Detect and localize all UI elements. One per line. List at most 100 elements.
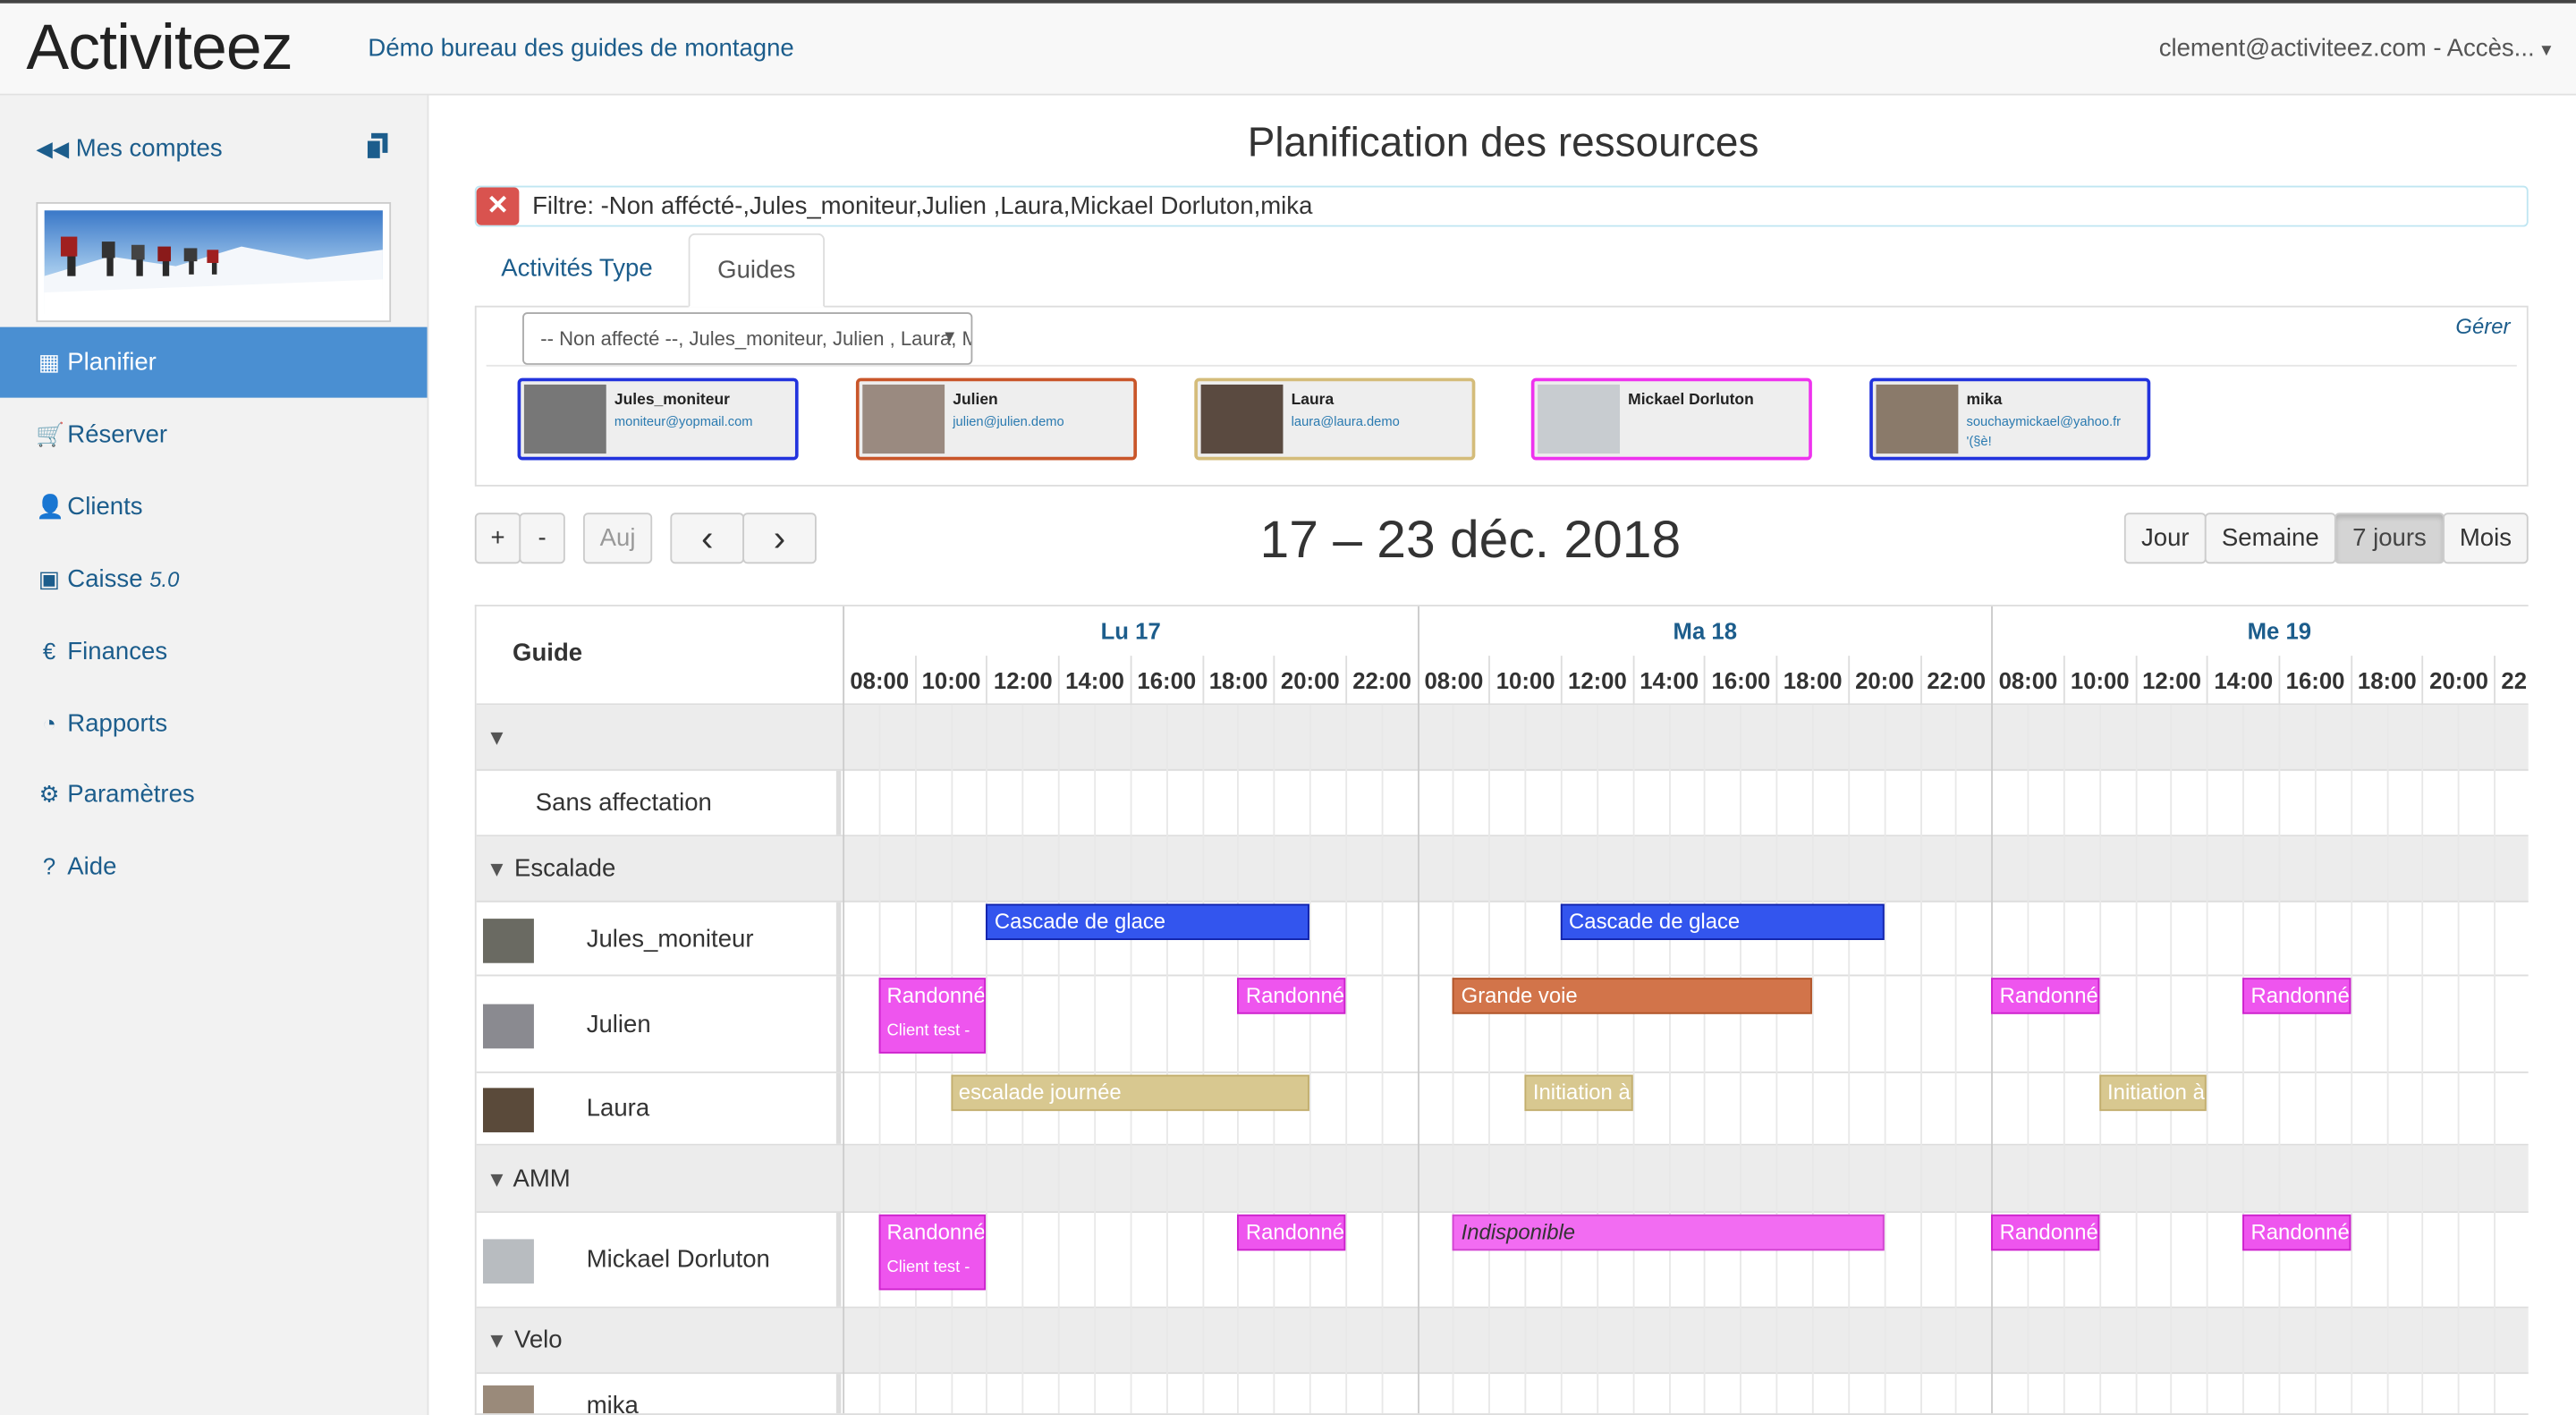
sidebar-item-clients[interactable]: 👤 Clients — [0, 471, 428, 542]
view-week-button[interactable]: Semaine — [2204, 513, 2336, 564]
sidebar-item-rapports[interactable]: ◔ Rapports — [0, 689, 428, 759]
tab-guides[interactable]: Guides — [688, 233, 826, 308]
event-title: Initiation à — [2107, 1080, 2205, 1105]
guide-email: laura@laura.demo — [1291, 414, 1400, 429]
guide-name: Mickael Dorluton — [1628, 391, 1754, 410]
collapse-triangle-icon: ▼ — [486, 724, 508, 750]
guide-email: souchaymickael@yahoo.fr '(§è! — [1966, 414, 2122, 449]
tab-activity-types[interactable]: Activités Type — [501, 255, 652, 283]
view-month-button[interactable]: Mois — [2443, 513, 2529, 564]
sidebar-item-label: Rapports — [67, 709, 168, 738]
event-block[interactable]: Grande voie — [1453, 978, 1812, 1014]
resource-row: Sans affectation — [476, 770, 2529, 837]
hour-label: 16:00 — [1130, 656, 1201, 706]
group-toggle[interactable]: ▼ AMM — [487, 1165, 571, 1193]
hour-label: 14:00 — [1632, 656, 1704, 706]
hour-label: 14:00 — [1058, 656, 1130, 706]
today-button[interactable]: Auj — [583, 513, 653, 564]
hour-label: 10:00 — [914, 656, 986, 706]
event-block[interactable]: Randonné — [2242, 978, 2351, 1014]
sidebar-item-label: Aide — [67, 852, 117, 881]
my-accounts-label: Mes comptes — [75, 134, 223, 163]
manage-link[interactable]: Gérer — [2455, 314, 2510, 339]
grid-line — [2278, 705, 2281, 1414]
hour-label: 18:00 — [2350, 656, 2422, 706]
hour-label: 20:00 — [1847, 656, 1919, 706]
grid-line — [1417, 606, 1419, 1414]
group-label: AMM — [513, 1165, 571, 1193]
sidebar-item-finances[interactable]: € Finances — [0, 616, 428, 687]
event-block[interactable]: Cascade de glace — [1560, 903, 1885, 940]
divider — [486, 364, 2517, 367]
event-block[interactable]: Randonné — [1991, 1214, 2099, 1251]
event-client: Client test - — [886, 1021, 970, 1041]
grid-line — [914, 705, 917, 1414]
view-7days-button[interactable]: 7 jours — [2334, 513, 2445, 564]
organization-link[interactable]: Démo bureau des guides de montagne — [368, 35, 793, 63]
event-block[interactable]: Randonné Client test - — [878, 978, 987, 1054]
avatar — [482, 1004, 534, 1049]
group-toggle[interactable]: ▼ Escalade — [487, 854, 616, 882]
resource-cell: Julien — [477, 976, 842, 1072]
sidebar-item-aide[interactable]: ? Aide — [0, 832, 428, 902]
grid-line — [1058, 705, 1060, 1414]
app-logo[interactable]: Activiteez — [26, 13, 292, 86]
sidebar-item-parametres[interactable]: ⚙ Paramètres — [0, 759, 428, 830]
resource-cell: Sans affectation — [477, 770, 842, 835]
sidebar-item-label: Finances — [67, 637, 168, 666]
sidebar-item-caisse[interactable]: ▣ Caisse 5.0 — [0, 544, 428, 614]
grid-line — [843, 606, 845, 1414]
resource-timeline: Guide Lu 17 Ma 18 Me 19 08:00 10:00 12:00 14:0… — [474, 605, 2529, 1415]
guide-card[interactable]: Julien julien@julien.demo — [855, 377, 1137, 461]
my-accounts-link[interactable]: ◀◀ Mes comptes — [36, 135, 222, 163]
hour-label: 16:00 — [2278, 656, 2351, 706]
sidebar: ◀◀ Mes comptes ▦ Planifier 🛒 Réserver 👤 … — [0, 95, 429, 1415]
event-block[interactable]: Initiation à — [1524, 1074, 1633, 1112]
event-block[interactable]: Randonné Client test - — [878, 1214, 987, 1291]
question-icon: ? — [42, 852, 56, 880]
event-block[interactable]: Indisponible — [1453, 1214, 1885, 1251]
grid-line — [1884, 705, 1885, 1414]
next-button[interactable]: › — [742, 513, 817, 564]
event-block[interactable]: Randonné — [1991, 978, 2099, 1014]
zoom-in-button[interactable]: + — [474, 513, 521, 564]
prev-button[interactable]: ‹ — [670, 513, 745, 564]
copy-icon[interactable] — [363, 131, 393, 161]
event-title: Randonné — [1245, 982, 1345, 1008]
guide-photo — [523, 384, 606, 454]
event-block[interactable]: escalade journée — [950, 1074, 1309, 1112]
guide-card[interactable]: Mickael Dorluton — [1530, 377, 1812, 461]
sidebar-item-planifier[interactable]: ▦ Planifier — [0, 326, 428, 398]
event-title: Randonné — [1245, 1219, 1345, 1244]
sidebar-item-label: Clients — [67, 493, 143, 521]
guides-select[interactable]: -- Non affecté --, Jules_moniteur, Julie… — [522, 312, 973, 365]
event-title: Randonné — [886, 1219, 986, 1244]
event-block[interactable]: Randonné — [2242, 1214, 2351, 1251]
account-menu[interactable]: clement@activiteez.com - Accès... ▾ — [2159, 35, 2552, 63]
sidebar-item-label: Réserver — [67, 420, 168, 449]
group-toggle[interactable]: ▼ — [487, 723, 508, 750]
grid-line — [2242, 705, 2245, 1414]
clear-filter-button[interactable]: ✕ — [476, 187, 520, 225]
grid-line — [1919, 705, 1922, 1414]
guide-card[interactable]: mika souchaymickael@yahoo.fr '(§è! — [1869, 377, 2151, 461]
event-block[interactable]: Initiation à — [2098, 1074, 2207, 1112]
event-block[interactable]: Randonné — [1237, 978, 1346, 1014]
view-day-button[interactable]: Jour — [2123, 513, 2207, 564]
group-label: Velo — [513, 1326, 563, 1355]
gear-icon: ⚙ — [38, 780, 60, 808]
resource-column-header: Guide — [513, 639, 583, 667]
calendar-icon: ▦ — [38, 348, 61, 375]
hour-label: 12:00 — [986, 656, 1058, 706]
guide-card[interactable]: Laura laura@laura.demo — [1194, 377, 1476, 461]
collapse-triangle-icon: ▼ — [486, 1327, 508, 1353]
sidebar-item-reserver[interactable]: 🛒 Réserver — [0, 399, 428, 470]
grid-line — [1165, 705, 1168, 1414]
event-block[interactable]: Cascade de glace — [986, 903, 1309, 940]
event-block[interactable]: Randonné — [1237, 1214, 1346, 1251]
grid-line — [950, 705, 953, 1414]
account-email[interactable]: clement@activiteez.com - Accès... — [2159, 35, 2535, 63]
group-toggle[interactable]: ▼ Velo — [487, 1326, 563, 1354]
zoom-out-button[interactable]: - — [519, 513, 565, 564]
guide-card[interactable]: Jules_moniteur moniteur@yopmail.com — [517, 377, 799, 461]
